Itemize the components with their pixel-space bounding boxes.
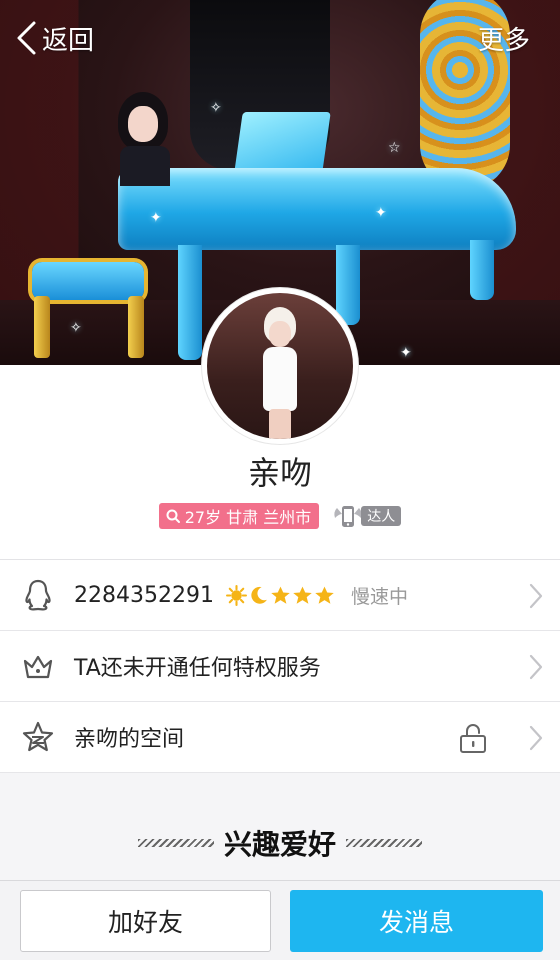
- interests-section: 兴趣爱好: [0, 773, 560, 880]
- info-tag-text: 27岁 甘肃 兰州市: [184, 508, 312, 527]
- sparkle-icon: ✦: [400, 345, 412, 361]
- star-icon: [315, 586, 334, 604]
- qzone-star-icon: [18, 717, 58, 757]
- chevron-right-icon: [529, 583, 543, 609]
- moon-icon: [251, 586, 267, 604]
- profile-info-list: 2284352291 慢速中 TA还未开通任何特权服务 亲吻的空间: [0, 559, 560, 773]
- profile-tags: 27岁 甘肃 兰州市 达人: [0, 502, 560, 530]
- piano: [118, 168, 516, 250]
- crown-icon: [18, 646, 58, 686]
- privilege-text: TA还未开通任何特权服务: [74, 656, 321, 681]
- hatch-divider: [137, 839, 214, 847]
- interests-title: 兴趣爱好: [223, 828, 336, 861]
- star-icon: [293, 586, 312, 604]
- qq-number-row[interactable]: 2284352291 慢速中: [0, 560, 560, 631]
- bench-leg: [34, 296, 50, 358]
- back-button[interactable]: 返回: [14, 18, 94, 58]
- expert-badge[interactable]: 达人: [331, 502, 402, 530]
- privilege-row[interactable]: TA还未开通任何特权服务: [0, 631, 560, 702]
- lock-icon: [460, 724, 486, 753]
- sparkle-icon: ✦: [375, 205, 387, 221]
- sparkle-icon: ✧: [210, 100, 222, 116]
- qzone-text: 亲吻的空间: [74, 727, 185, 752]
- more-button[interactable]: 更多: [478, 20, 530, 57]
- level-icons: [225, 584, 335, 606]
- sparkle-icon: ✧: [70, 320, 82, 336]
- piano-leg: [178, 245, 202, 360]
- piano-leg: [470, 240, 494, 300]
- phone-wings-icon: [334, 506, 362, 527]
- avatar[interactable]: [202, 288, 358, 444]
- search-icon: [166, 509, 180, 523]
- top-nav-bar: 返回 更多: [0, 0, 560, 76]
- add-friend-button[interactable]: 加好友: [20, 890, 271, 952]
- sparkle-icon: ☆: [388, 140, 401, 156]
- pianist-character: [112, 92, 174, 186]
- chevron-left-icon: [17, 21, 36, 55]
- send-message-button[interactable]: 发消息: [290, 890, 543, 952]
- sun-icon: [225, 584, 247, 606]
- qzone-row[interactable]: 亲吻的空间: [0, 702, 560, 773]
- penguin-icon: [18, 575, 58, 615]
- back-label: 返回: [42, 25, 95, 56]
- bench-leg: [128, 296, 144, 358]
- hatch-divider: [346, 839, 422, 847]
- nickname: 亲吻: [247, 454, 312, 492]
- qq-number: 2284352291: [74, 582, 214, 608]
- bottom-action-bar: 加好友 发消息: [0, 880, 560, 960]
- expert-badge-label: 达人: [361, 506, 402, 526]
- info-tag: 27岁 甘肃 兰州市: [158, 503, 320, 529]
- sparkle-icon: ✦: [150, 210, 162, 226]
- piano-bench: [32, 262, 144, 300]
- piano-leg: [336, 245, 360, 325]
- chevron-right-icon: [529, 654, 543, 680]
- acceleration-status: 慢速中: [350, 585, 408, 608]
- chevron-right-icon: [529, 725, 543, 751]
- star-icon: [271, 586, 290, 604]
